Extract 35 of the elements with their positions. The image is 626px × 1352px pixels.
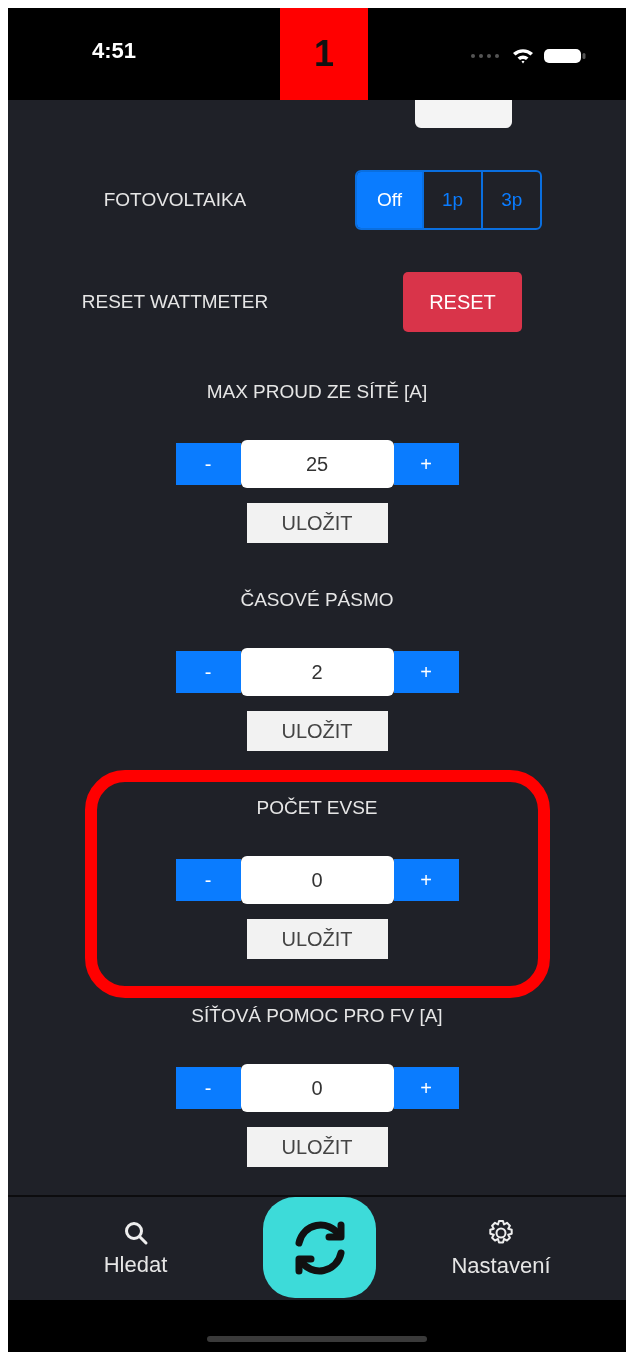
save-button[interactable]: ULOŽIT [246,1127,388,1167]
setting-label: SÍŤOVÁ POMOC PRO FV [A] [191,1004,443,1028]
save-button[interactable]: ULOŽIT [246,711,388,751]
status-time: 4:51 [92,38,137,64]
signal-icon [470,53,502,59]
setting-label: POČET EVSE [256,796,378,820]
increment-button[interactable]: + [393,1067,459,1109]
tab-button[interactable]: Nastavení [376,1197,626,1300]
value-field[interactable]: 25 [240,440,394,488]
segment-option[interactable]: 1p [422,172,482,228]
decrement-button[interactable]: - [175,443,241,485]
save-button[interactable]: ULOŽIT [246,919,388,959]
increment-button[interactable]: + [393,651,459,693]
setting-label: MAX PROUD ZE SÍTĚ [A] [206,380,428,404]
decrement-button[interactable]: - [175,651,241,693]
segment-option[interactable]: 3p [481,172,541,228]
save-button[interactable]: ULOŽIT [246,503,388,543]
search-icon [122,1219,149,1246]
segment-option[interactable]: Off [357,172,422,228]
setting-label: FOTOVOLTAIKA [102,189,248,211]
value-field[interactable]: 0 [240,1064,394,1112]
value-field[interactable]: 0 [240,856,394,904]
decrement-button[interactable]: - [175,859,241,901]
setting-label: RESET WATTMETER [80,291,270,313]
tab-button[interactable]: Hledat [8,1197,263,1300]
refresh-button[interactable] [263,1197,376,1298]
increment-button[interactable]: + [393,443,459,485]
increment-button[interactable]: + [393,859,459,901]
decrement-button[interactable]: - [175,1067,241,1109]
annotation-label: 1 [280,8,368,100]
setting-label: ČASOVÉ PÁSMO [240,588,394,612]
value-field[interactable]: 2 [240,648,394,696]
wifi-icon [512,48,534,64]
reset-button[interactable]: RESET [403,272,522,332]
battery-icon [544,48,586,64]
